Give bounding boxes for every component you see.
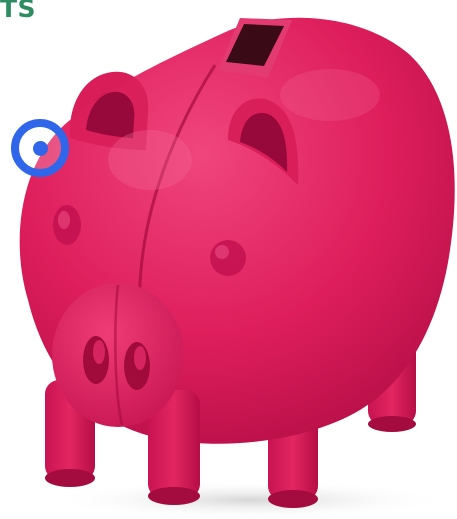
page: TS bbox=[0, 0, 457, 519]
eye-right bbox=[210, 240, 246, 276]
floor-shadow bbox=[50, 480, 450, 519]
cursor-target-icon bbox=[11, 119, 69, 177]
piggy-bank-photo bbox=[19, 17, 455, 519]
cursor-dot bbox=[32, 140, 48, 156]
